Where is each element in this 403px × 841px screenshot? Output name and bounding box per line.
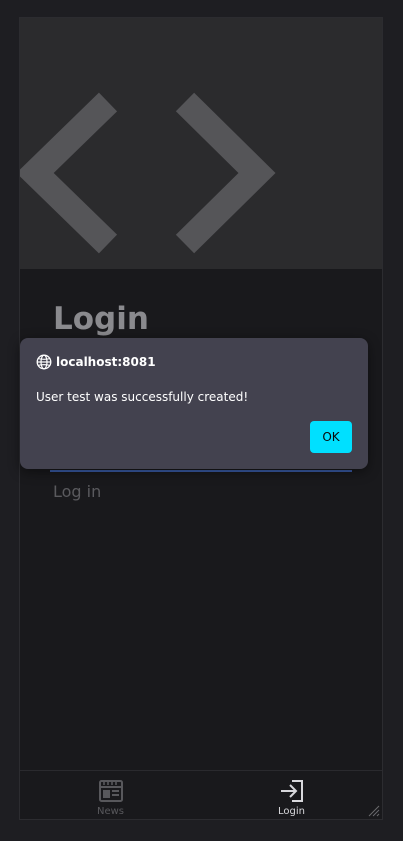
ok-button[interactable]: OK — [310, 421, 352, 453]
globe-icon — [36, 354, 52, 370]
page-title: Login — [53, 301, 149, 337]
nav-item-login[interactable]: Login — [201, 771, 382, 819]
resize-grip-icon[interactable] — [368, 805, 380, 817]
nav-label-news: News — [96, 806, 125, 817]
dialog-host: localhost:8081 — [56, 355, 156, 369]
hero-banner — [20, 18, 382, 269]
alert-dialog: localhost:8081 User test was successfull… — [20, 338, 368, 469]
dialog-message: User test was successfully created! — [36, 390, 249, 404]
login-icon — [280, 780, 303, 802]
login-link[interactable]: Log in — [53, 482, 101, 501]
dialog-header: localhost:8081 — [36, 354, 156, 370]
password-field[interactable] — [50, 470, 352, 472]
nav-item-news[interactable]: News — [20, 771, 201, 819]
news-icon — [98, 780, 123, 802]
nav-label-login: Login — [278, 806, 305, 817]
code-brackets-icon — [20, 92, 276, 254]
bottom-navigation: News Login — [20, 770, 382, 819]
